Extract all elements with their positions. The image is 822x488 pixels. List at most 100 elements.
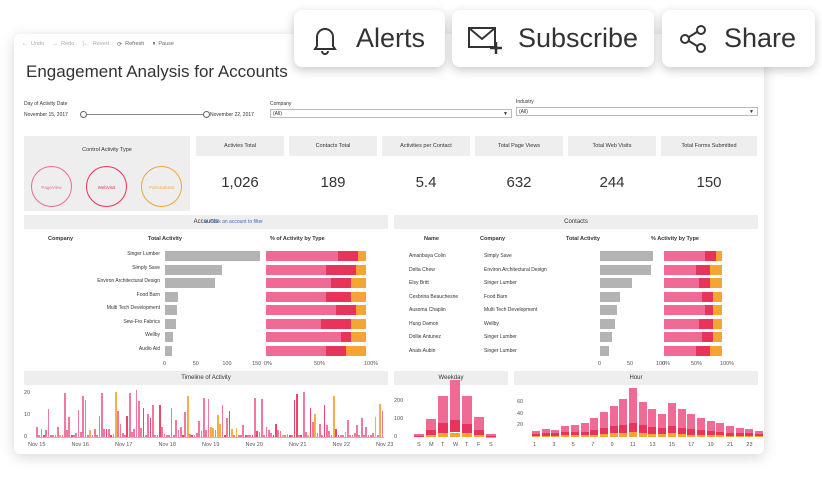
hour-bar-segment[interactable]	[677, 409, 686, 429]
contact-pct-segment[interactable]	[664, 251, 705, 261]
contact-pct-segment[interactable]	[704, 305, 714, 315]
contact-row-name[interactable]: Anais Aubin	[409, 348, 435, 354]
hour-bar-segment[interactable]	[638, 401, 647, 426]
contact-total-bar[interactable]	[600, 332, 612, 342]
contact-total-bar[interactable]	[600, 251, 654, 261]
hour-bar-segment[interactable]	[551, 435, 560, 437]
hour-bar-segment[interactable]	[658, 428, 667, 435]
industry-dropdown[interactable]: (All) ▼	[516, 107, 758, 116]
account-row-label[interactable]: Sew-Fro Fabrics	[123, 319, 160, 325]
weekday-bar-segment[interactable]	[450, 419, 460, 433]
hour-bar-segment[interactable]	[619, 425, 628, 434]
alerts-button[interactable]: Alerts	[294, 10, 445, 67]
weekday-bar-segment[interactable]	[450, 380, 460, 420]
contact-total-bar[interactable]	[600, 278, 632, 288]
hour-bar-segment[interactable]	[541, 428, 550, 434]
hour-bar-segment[interactable]	[726, 435, 734, 437]
account-pct-segment[interactable]	[266, 291, 326, 302]
contact-pct-segment[interactable]	[704, 251, 717, 261]
weekday-bar-segment[interactable]	[486, 435, 496, 437]
undo-button[interactable]: ← Undo	[22, 41, 44, 47]
hour-bar-segment[interactable]	[590, 418, 599, 430]
contact-row-name[interactable]: Ausoma Chaplin	[409, 307, 446, 313]
hour-bar-segment[interactable]	[687, 414, 696, 430]
account-pct-segment[interactable]	[356, 305, 366, 315]
account-pct-segment[interactable]	[326, 345, 346, 356]
hour-bar-segment[interactable]	[726, 425, 734, 433]
account-pct-segment[interactable]	[351, 332, 366, 342]
hour-bar-segment[interactable]	[648, 427, 657, 435]
hour-bar-segment[interactable]	[658, 434, 667, 437]
hour-bar-segment[interactable]	[629, 387, 637, 423]
account-pct-segment[interactable]	[266, 251, 338, 261]
contact-row-name[interactable]: Cesbrina Beauchesne	[409, 294, 458, 300]
hour-bar-segment[interactable]	[706, 420, 715, 432]
timeline-bar[interactable]	[221, 404, 224, 437]
weekday-bar-segment[interactable]	[414, 435, 424, 437]
contact-pct-segment[interactable]	[710, 264, 722, 275]
account-total-bar[interactable]	[165, 291, 179, 302]
account-pct-segment[interactable]	[356, 264, 366, 275]
revert-button[interactable]: |← Revert	[82, 41, 109, 47]
hour-bar-segment[interactable]	[599, 434, 608, 437]
hour-bar-segment[interactable]	[532, 431, 540, 435]
hour-bar-segment[interactable]	[716, 422, 725, 432]
account-pct-segment[interactable]	[266, 345, 326, 356]
timeline-bar[interactable]	[152, 404, 154, 437]
hour-bar-segment[interactable]	[570, 424, 579, 432]
hour-bar-segment[interactable]	[696, 418, 705, 430]
account-pct-segment[interactable]	[266, 264, 326, 275]
contact-row-name[interactable]: Amanbaya Colin	[409, 253, 446, 259]
pageview-toggle[interactable]: PageView	[31, 166, 72, 207]
hour-bar-segment[interactable]	[580, 431, 589, 436]
contact-pct-segment[interactable]	[713, 305, 722, 315]
account-row-label[interactable]: Environ Architectural Design	[97, 278, 160, 284]
hour-bar-segment[interactable]	[735, 435, 744, 437]
weekday-bar-segment[interactable]	[474, 435, 484, 437]
account-pct-segment[interactable]	[351, 318, 366, 329]
contact-total-bar[interactable]	[600, 291, 621, 302]
hour-bar-segment[interactable]	[696, 429, 705, 435]
hour-bar-segment[interactable]	[716, 435, 725, 437]
contact-pct-segment[interactable]	[664, 318, 699, 329]
hour-bar-segment[interactable]	[619, 433, 628, 437]
hour-bar-segment[interactable]	[590, 429, 599, 435]
account-pct-segment[interactable]	[341, 332, 351, 342]
webvisit-toggle[interactable]: WebVisit	[86, 166, 127, 207]
hour-bar-segment[interactable]	[726, 432, 734, 436]
contact-pct-segment[interactable]	[710, 345, 722, 356]
hour-bar-segment[interactable]	[561, 426, 570, 433]
hour-bar-segment[interactable]	[532, 434, 540, 436]
account-row-label[interactable]: Singer Lumber	[127, 251, 160, 257]
timeline-bar[interactable]	[84, 400, 87, 437]
company-dropdown[interactable]: (All) ▼	[270, 109, 512, 118]
share-button[interactable]: Share	[662, 10, 815, 67]
date-slider-end-handle[interactable]	[203, 111, 210, 118]
hour-bar-segment[interactable]	[658, 413, 667, 429]
contact-pct-segment[interactable]	[698, 318, 714, 329]
hour-bar-segment[interactable]	[677, 434, 686, 437]
account-pct-segment[interactable]	[346, 345, 366, 356]
account-pct-segment[interactable]	[266, 278, 331, 288]
weekday-bar-segment[interactable]	[474, 429, 484, 436]
redo-button[interactable]: → Redo	[52, 41, 74, 47]
account-pct-segment[interactable]	[266, 332, 341, 342]
account-total-bar[interactable]	[165, 332, 174, 342]
hour-bar-segment[interactable]	[755, 434, 764, 436]
account-total-bar[interactable]	[165, 278, 215, 288]
account-total-bar[interactable]	[165, 251, 260, 261]
formsubmit-toggle[interactable]: FormSubmit	[141, 166, 182, 207]
weekday-bar-segment[interactable]	[414, 436, 424, 437]
hour-bar-segment[interactable]	[609, 405, 618, 427]
contact-pct-segment[interactable]	[664, 291, 702, 302]
hour-bar-segment[interactable]	[745, 433, 754, 436]
hour-bar-segment[interactable]	[619, 398, 628, 426]
hour-bar-segment[interactable]	[735, 433, 744, 436]
hour-bar-segment[interactable]	[590, 434, 599, 437]
contact-row-name[interactable]: Hung Damon	[409, 321, 438, 327]
contact-row-name[interactable]: Dollie Antunez	[409, 334, 441, 340]
account-pct-segment[interactable]	[326, 291, 351, 302]
weekday-bar-segment[interactable]	[438, 395, 448, 423]
weekday-bar-segment[interactable]	[462, 395, 472, 425]
timeline-bar[interactable]	[47, 408, 50, 437]
